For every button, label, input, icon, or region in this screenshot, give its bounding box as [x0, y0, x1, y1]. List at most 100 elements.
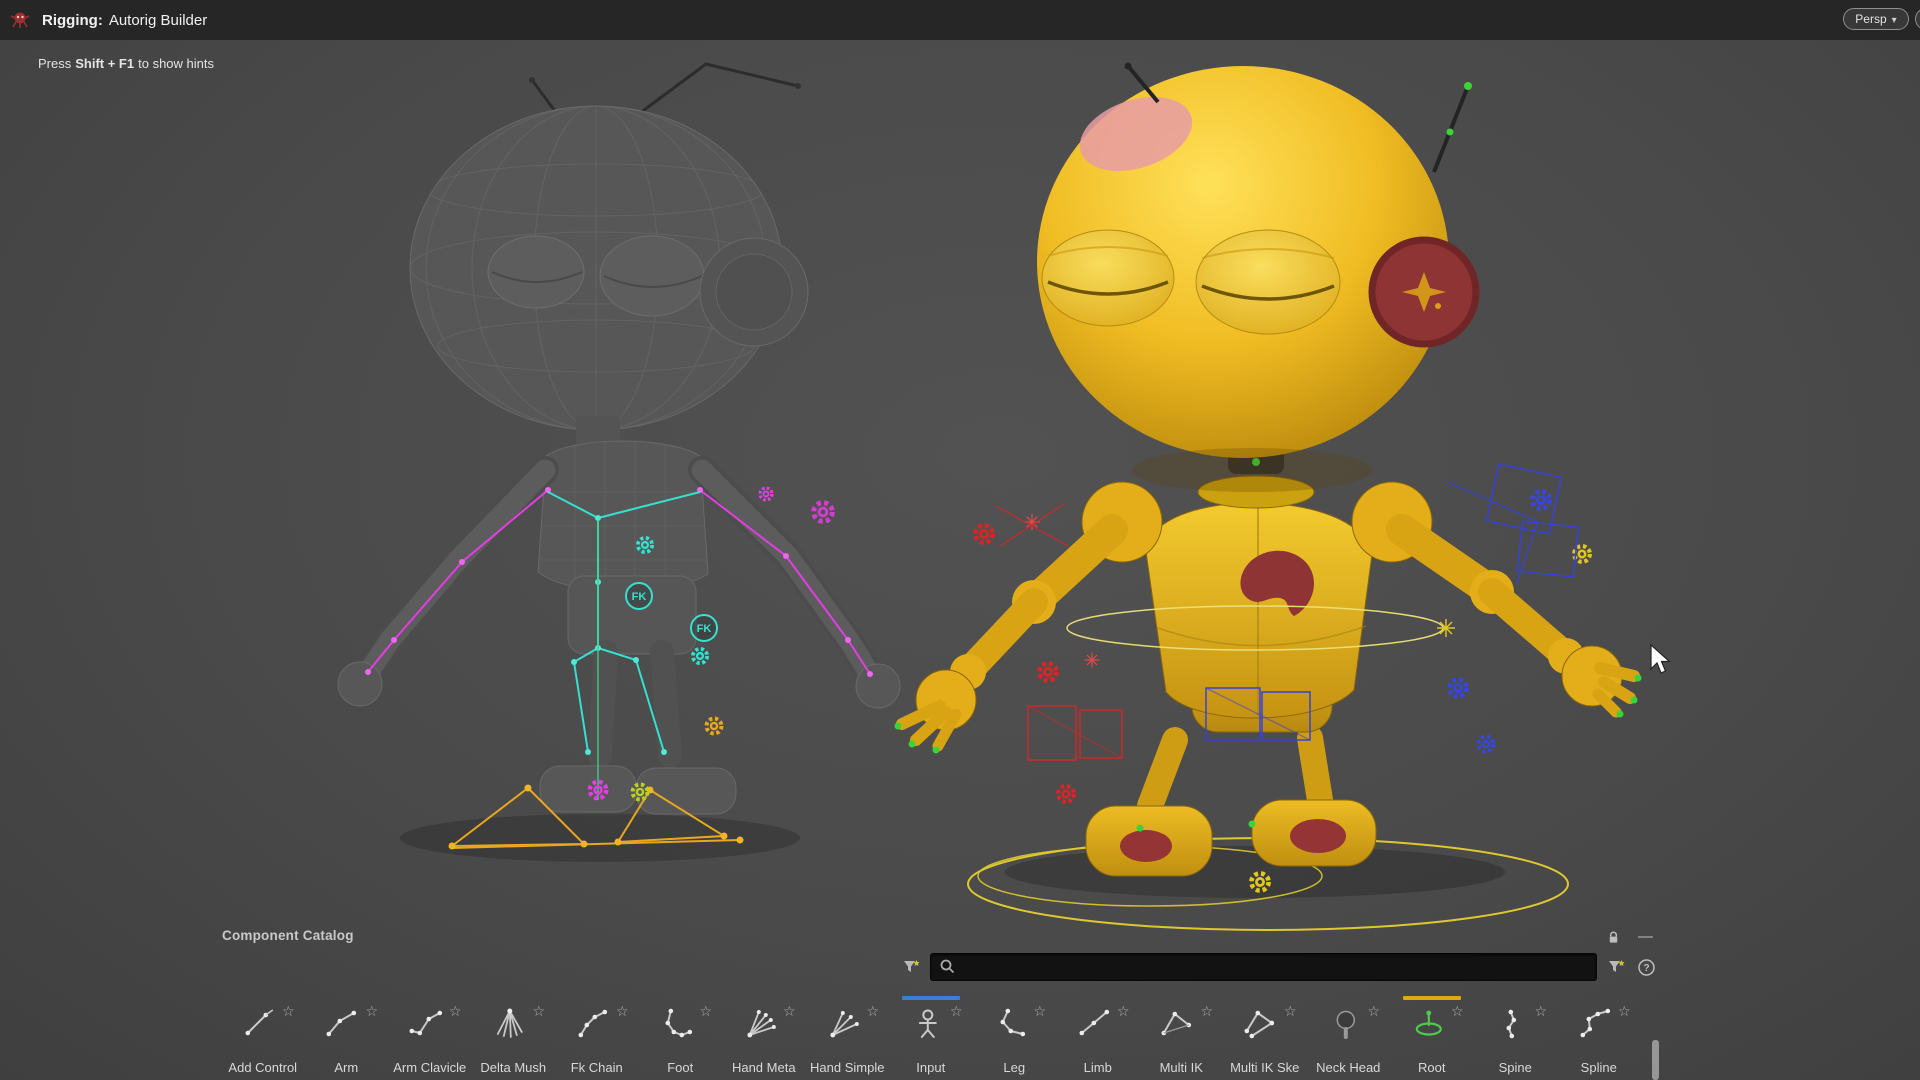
- component-icon: [574, 1006, 614, 1042]
- component-icon: [908, 1006, 948, 1042]
- component-label: Root: [1390, 1060, 1474, 1075]
- svg-text:?: ?: [1643, 963, 1649, 974]
- component-label: Spine: [1474, 1060, 1558, 1075]
- catalog-item-limb[interactable]: ☆ Limb: [1056, 996, 1140, 1080]
- component-label: Hand Meta: [722, 1060, 806, 1075]
- component-icon: [824, 1006, 864, 1042]
- catalog-item-hand-meta[interactable]: ☆ Hand Meta: [722, 996, 806, 1080]
- camera-selector-label: Persp: [1855, 12, 1886, 26]
- mode-label: Rigging:: [42, 12, 103, 29]
- favorite-star-icon[interactable]: ☆: [1451, 1004, 1464, 1018]
- component-label: Foot: [639, 1060, 723, 1075]
- hint-text: Press Shift + F1 to show hints: [38, 56, 214, 71]
- catalog-item-spine[interactable]: ☆ Spine: [1474, 996, 1558, 1080]
- gear-control-icon: [760, 488, 772, 500]
- catalog-items: ☆ Add Control ☆ Arm ☆ Arm Clavicle ☆ Del…: [221, 996, 1641, 1080]
- favorite-star-icon[interactable]: ☆: [1618, 1004, 1631, 1018]
- gear-control-icon: [1449, 679, 1466, 696]
- component-label: Arm: [305, 1060, 389, 1075]
- component-icon: [1158, 1006, 1198, 1042]
- component-catalog-title: Component Catalog: [222, 928, 354, 943]
- favorite-star-icon[interactable]: ☆: [699, 1004, 712, 1018]
- mouse-cursor: [1651, 645, 1670, 673]
- component-label: Input: [889, 1060, 973, 1075]
- rigging-module-icon: [8, 8, 32, 32]
- favorite-star-icon[interactable]: ☆: [449, 1004, 462, 1018]
- wireframe-robot[interactable]: [338, 64, 900, 862]
- favorite-star-icon[interactable]: ☆: [783, 1004, 796, 1018]
- selection-bar: [1403, 996, 1461, 1000]
- favorite-star-icon[interactable]: ☆: [1117, 1004, 1130, 1018]
- search-field[interactable]: [930, 953, 1597, 981]
- catalog-item-leg[interactable]: ☆ Leg: [973, 996, 1057, 1080]
- component-label: Fk Chain: [555, 1060, 639, 1075]
- component-icon: [1242, 1006, 1282, 1042]
- component-icon: [240, 1006, 280, 1042]
- gear-control-icon: [1058, 786, 1074, 802]
- catalog-item-input[interactable]: ☆ Input: [889, 996, 973, 1080]
- hint-suffix: to show hints: [138, 56, 214, 71]
- favorite-star-icon[interactable]: ☆: [866, 1004, 879, 1018]
- favorite-star-icon[interactable]: ☆: [1033, 1004, 1046, 1018]
- component-icon: [991, 1006, 1031, 1042]
- search-input[interactable]: [931, 954, 1596, 980]
- filter-settings-icon[interactable]: [1605, 956, 1627, 978]
- gear-control-icon: [975, 525, 992, 542]
- chevron-down-icon: [1892, 12, 1897, 26]
- app-root: FK FK: [0, 0, 1920, 1080]
- catalog-item-fk-chain[interactable]: ☆ Fk Chain: [555, 996, 639, 1080]
- fk-badge[interactable]: FK: [626, 583, 652, 609]
- catalog-item-multi-ik-ske[interactable]: ☆ Multi IK Ske: [1223, 996, 1307, 1080]
- favorite-star-icon[interactable]: ☆: [365, 1004, 378, 1018]
- gear-control-icon: [814, 503, 833, 522]
- gear-control-icon: [693, 649, 707, 663]
- component-label: Neck Head: [1307, 1060, 1391, 1075]
- viewport-3d[interactable]: FK FK: [0, 0, 1920, 1080]
- favorite-star-icon[interactable]: ☆: [1200, 1004, 1213, 1018]
- catalog-item-spline[interactable]: ☆ Spline: [1557, 996, 1641, 1080]
- component-icon: [490, 1006, 530, 1042]
- component-icon: [1492, 1006, 1532, 1042]
- camera-selector-button[interactable]: Persp: [1843, 8, 1908, 30]
- favorite-star-icon[interactable]: ☆: [282, 1004, 295, 1018]
- mode-value: Autorig Builder: [109, 12, 207, 29]
- component-label: Multi IK Ske: [1223, 1060, 1307, 1075]
- page-title: Rigging: Autorig Builder: [42, 12, 207, 29]
- catalog-item-neck-head[interactable]: ☆ Neck Head: [1307, 996, 1391, 1080]
- favorite-star-icon[interactable]: ☆: [532, 1004, 545, 1018]
- component-icon: [657, 1006, 697, 1042]
- catalog-item-multi-ik[interactable]: ☆ Multi IK: [1140, 996, 1224, 1080]
- catalog-item-arm[interactable]: ☆ Arm: [305, 996, 389, 1080]
- hint-prefix: Press: [38, 56, 71, 71]
- favorite-star-icon[interactable]: ☆: [1284, 1004, 1297, 1018]
- catalog-item-foot[interactable]: ☆ Foot: [639, 996, 723, 1080]
- favorite-star-icon[interactable]: ☆: [950, 1004, 963, 1018]
- selection-bar: [902, 996, 960, 1000]
- favorite-star-icon[interactable]: ☆: [616, 1004, 629, 1018]
- camera-selector-button-2[interactable]: No: [1915, 8, 1920, 30]
- component-icon: [323, 1006, 363, 1042]
- catalog-item-root[interactable]: ☆ Root: [1390, 996, 1474, 1080]
- catalog-item-hand-simple[interactable]: ☆ Hand Simple: [806, 996, 890, 1080]
- component-label: Hand Simple: [806, 1060, 890, 1075]
- component-label: Multi IK: [1140, 1060, 1224, 1075]
- catalog-item-add-control[interactable]: ☆ Add Control: [221, 996, 305, 1080]
- shaded-robot[interactable]: [895, 63, 1642, 931]
- favorite-star-icon[interactable]: ☆: [1534, 1004, 1547, 1018]
- catalog-item-arm-clavicle[interactable]: ☆ Arm Clavicle: [388, 996, 472, 1080]
- favorite-star-icon[interactable]: ☆: [1367, 1004, 1380, 1018]
- filter-favorites-icon[interactable]: [900, 956, 922, 978]
- gear-control-icon: [1532, 491, 1549, 508]
- help-icon[interactable]: ?: [1635, 956, 1657, 978]
- minimize-panel-icon[interactable]: —: [1638, 930, 1653, 944]
- lock-icon[interactable]: [1602, 926, 1624, 948]
- catalog-scrollbar[interactable]: [1652, 1040, 1659, 1080]
- fk-badge-label: FK: [632, 591, 647, 603]
- gear-control-icon: [1479, 737, 1494, 752]
- fk-badge-label: FK: [697, 623, 712, 635]
- catalog-item-delta-mush[interactable]: ☆ Delta Mush: [472, 996, 556, 1080]
- gear-control-icon: [1039, 663, 1056, 680]
- component-icon: [741, 1006, 781, 1042]
- fk-badge[interactable]: FK: [691, 615, 717, 641]
- component-icon: [1325, 1006, 1365, 1042]
